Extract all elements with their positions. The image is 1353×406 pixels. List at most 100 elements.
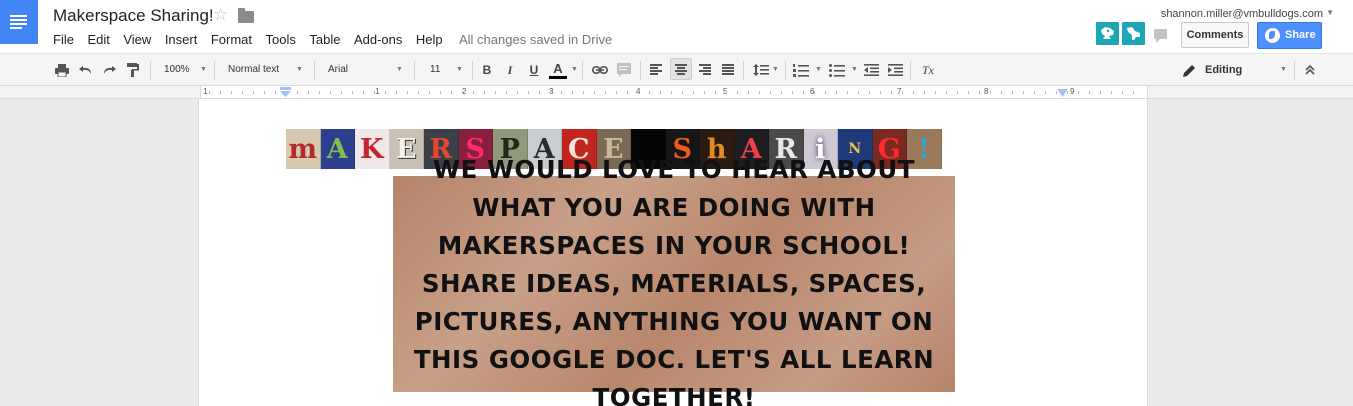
ruler-tick [539, 91, 540, 94]
text-color-swatch [549, 76, 567, 79]
ruler-tick [935, 91, 936, 94]
ruler-tick [231, 91, 232, 94]
menu-edit[interactable]: Edit [87, 32, 109, 47]
left-indent-marker-icon[interactable] [280, 87, 291, 97]
menu-insert[interactable]: Insert [165, 32, 198, 47]
ruler-track: 1 1 2 3 4 5 6 7 8 9 [200, 86, 1148, 98]
chevron-down-icon[interactable]: ▼ [851, 54, 858, 86]
menu-help[interactable]: Help [416, 32, 443, 47]
toolbar-divider [785, 61, 786, 80]
ruler-tick [847, 91, 848, 94]
ruler-tick [220, 91, 221, 94]
dog-silhouette-icon [1127, 27, 1140, 40]
ruler-tick [462, 91, 463, 94]
ruler-tick [836, 91, 837, 94]
underline-button[interactable]: U [526, 54, 542, 86]
collaborator-avatar[interactable] [1096, 22, 1119, 45]
collapse-menu-icon[interactable] [1300, 54, 1320, 86]
folder-icon[interactable] [238, 8, 254, 23]
italic-button[interactable]: I [502, 54, 518, 86]
ruler-tick [693, 91, 694, 94]
chevron-down-icon[interactable]: ▼ [815, 54, 822, 86]
formatting-toolbar: 100% ▼ Normal text ▼ Arial ▼ 11 ▼ B I U … [0, 53, 1353, 86]
text-color-button[interactable]: A [548, 54, 568, 86]
share-button[interactable]: Share [1257, 22, 1322, 49]
save-status: All changes saved in Drive [459, 32, 613, 47]
redo-icon[interactable] [100, 54, 118, 86]
bulleted-list-icon[interactable] [828, 54, 846, 86]
chevron-down-icon[interactable]: ▼ [772, 54, 779, 86]
align-right-button[interactable] [698, 63, 712, 75]
menu-view[interactable]: View [123, 32, 151, 47]
menu-file[interactable]: File [53, 32, 74, 47]
ruler-tick [341, 91, 342, 94]
chevron-down-icon[interactable]: ▼ [200, 54, 207, 86]
chevron-down-icon[interactable]: ▼ [1280, 54, 1287, 86]
bold-button[interactable]: B [479, 54, 495, 86]
ruler-tick [715, 91, 716, 94]
ruler-tick [869, 91, 870, 94]
ruler-number: 7 [897, 87, 902, 96]
text-color-label: A [553, 60, 563, 76]
align-justify-button[interactable] [721, 63, 735, 75]
chevron-down-icon[interactable]: ▼ [1326, 8, 1334, 17]
star-icon[interactable]: ☆ [213, 5, 228, 25]
account-email[interactable]: shannon.miller@vmbulldogs.com [1161, 8, 1323, 20]
document-page[interactable]: m A K E R S P A C E S h A R i N G ! We w… [198, 99, 1148, 406]
document-title[interactable]: Makerspace Sharing! [53, 6, 214, 26]
banner-letter: K [355, 129, 390, 169]
ruler-tick [495, 91, 496, 94]
ruler-tick [880, 91, 881, 94]
insert-comment-icon[interactable] [615, 54, 633, 86]
docs-home-icon[interactable] [0, 0, 38, 44]
ruler-tick [825, 91, 826, 94]
banner-letter: A [320, 129, 355, 169]
print-icon[interactable] [53, 54, 71, 86]
link-icon[interactable] [591, 54, 609, 86]
menu-format[interactable]: Format [211, 32, 252, 47]
ruler-tick [649, 91, 650, 94]
paint-format-icon[interactable] [124, 54, 142, 86]
comment-bubble-icon[interactable] [1149, 24, 1171, 46]
line-spacing-icon[interactable] [752, 54, 770, 86]
menu-tools[interactable]: Tools [266, 32, 296, 47]
ruler-tick [418, 91, 419, 94]
chevron-down-icon[interactable]: ▼ [571, 54, 578, 86]
toolbar-divider [743, 61, 744, 80]
ruler[interactable]: 1 1 2 3 4 5 6 7 8 9 [0, 86, 1353, 99]
chevron-down-icon[interactable]: ▼ [456, 54, 463, 86]
toolbar-divider [150, 61, 151, 80]
align-center-button[interactable] [670, 58, 692, 80]
menu-table[interactable]: Table [309, 32, 340, 47]
cardboard-sign-image: We would love to hear about what you are… [393, 155, 955, 406]
increase-indent-icon[interactable] [886, 54, 904, 86]
ruler-number: 8 [984, 87, 989, 96]
comments-button[interactable]: Comments [1181, 22, 1249, 48]
chevron-down-icon[interactable]: ▼ [296, 54, 303, 86]
ruler-tick [1089, 91, 1090, 94]
chevron-down-icon[interactable]: ▼ [396, 54, 403, 86]
ruler-tick [1111, 91, 1112, 94]
ruler-tick [671, 91, 672, 94]
collaborator-avatar[interactable] [1122, 22, 1145, 45]
undo-icon[interactable] [77, 54, 95, 86]
decrease-indent-icon[interactable] [862, 54, 880, 86]
ruler-tick [1012, 91, 1013, 94]
ruler-tick [1122, 91, 1123, 94]
font-size-select[interactable]: 11 [430, 54, 440, 86]
numbered-list-icon[interactable] [792, 54, 810, 86]
align-left-button[interactable] [649, 63, 663, 75]
zoom-select[interactable]: 100% [164, 54, 190, 86]
ruler-tick [704, 91, 705, 94]
font-select[interactable]: Arial [328, 54, 348, 86]
toolbar-divider [472, 61, 473, 80]
ruler-tick [242, 91, 243, 94]
right-indent-marker-icon[interactable] [1057, 89, 1068, 97]
ruler-tick [451, 91, 452, 94]
ruler-tick [792, 91, 793, 94]
paragraph-style-select[interactable]: Normal text [228, 54, 279, 86]
menu-addons[interactable]: Add-ons [354, 32, 402, 47]
ruler-number: 1 [203, 87, 208, 96]
clear-formatting-button[interactable]: Tx [918, 54, 938, 86]
editing-mode-select[interactable]: Editing [1205, 54, 1242, 86]
